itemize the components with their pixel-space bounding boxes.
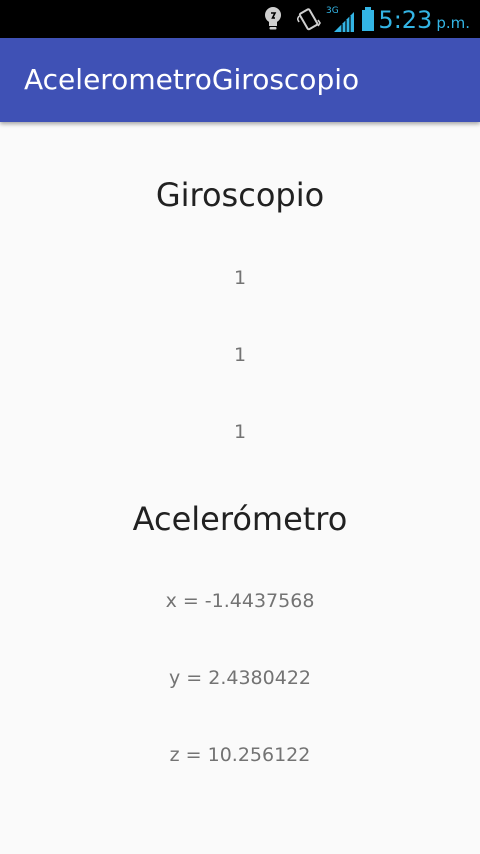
signal-icon: 3G <box>326 0 356 38</box>
status-clock: 5:23 p.m. <box>378 0 470 38</box>
app-title: AcelerometroGiroscopio <box>24 63 360 96</box>
accelerometer-heading: Acelerómetro <box>132 500 348 538</box>
network-type-label: 3G <box>326 6 339 16</box>
clock-ampm: p.m. <box>436 14 470 32</box>
gyroscope-heading: Giroscopio <box>155 176 325 214</box>
accelerometer-z-value: z = 10.256122 <box>169 744 311 766</box>
gyroscope-value-1: 1 <box>233 267 247 289</box>
accelerometer-y-value: y = 2.4380422 <box>169 667 311 689</box>
status-bar: 3G 5:23 p.m. <box>0 0 480 38</box>
clock-time: 5:23 <box>378 6 433 34</box>
lightbulb-icon <box>258 0 288 38</box>
gyroscope-value-2: 1 <box>233 344 247 366</box>
battery-icon <box>360 0 376 38</box>
app-bar: AcelerometroGiroscopio <box>0 38 480 122</box>
gyroscope-value-3: 1 <box>233 421 247 443</box>
vibrate-icon <box>296 0 322 38</box>
accelerometer-x-value: x = -1.4437568 <box>165 590 315 612</box>
